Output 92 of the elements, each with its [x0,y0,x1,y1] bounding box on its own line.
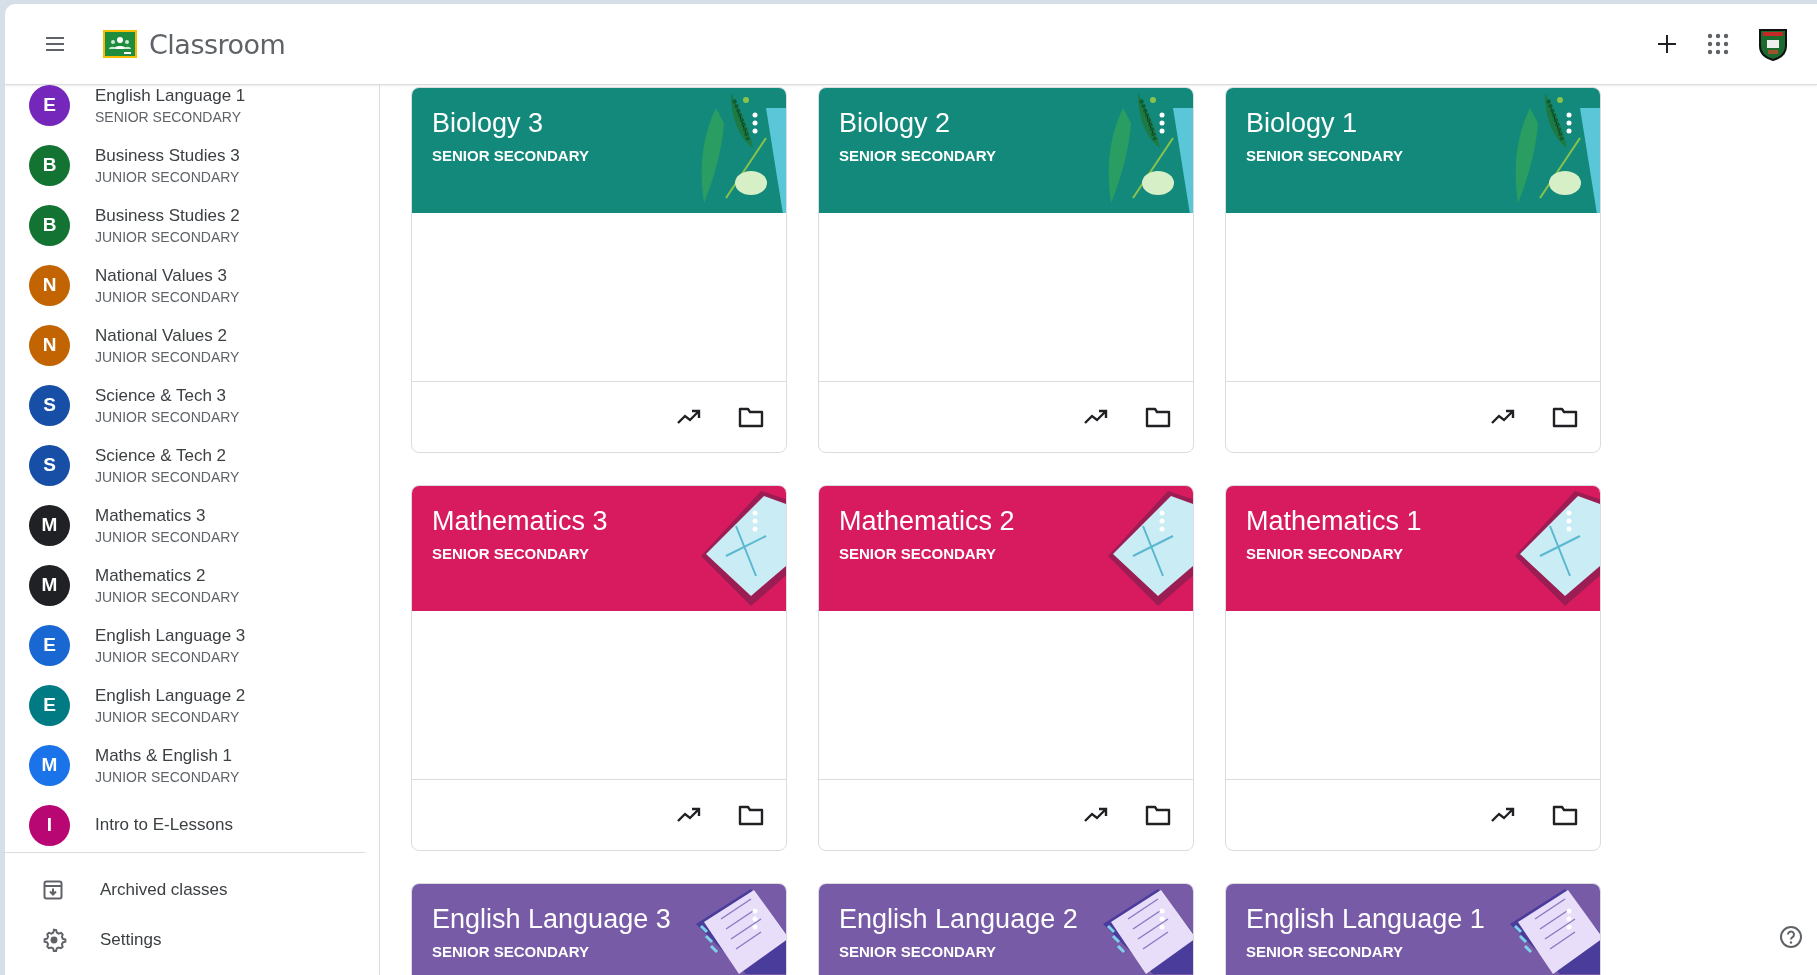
app-title: Classroom [149,28,286,60]
class-section: SENIOR SECONDARY [839,147,996,164]
class-name: Mathematics 2 [95,565,207,586]
class-section: JUNIOR SECONDARY [95,468,240,485]
sidebar-class-item[interactable]: I Intro to E-Lessons [5,795,365,852]
class-name: Business Studies 3 [95,145,240,166]
more-options-icon[interactable] [1566,908,1572,930]
card-header[interactable]: English Language 1 SENIOR SECONDARY [1226,884,1600,975]
class-avatar: E [29,684,70,726]
class-section: JUNIOR SECONDARY [95,528,240,545]
class-section: JUNIOR SECONDARY [95,228,240,245]
sidebar-class-item[interactable]: M Maths & English 1 JUNIOR SECONDARY [5,735,365,795]
more-options-icon[interactable] [752,112,758,134]
sidebar-class-item[interactable]: N National Values 2 JUNIOR SECONDARY [5,315,365,375]
card-header[interactable]: Biology 3 SENIOR SECONDARY [412,88,786,213]
class-avatar: M [29,504,70,546]
class-section: JUNIOR SECONDARY [95,768,240,785]
more-options-icon[interactable] [1159,908,1165,930]
class-avatar: B [29,144,70,186]
card-header[interactable]: Mathematics 3 SENIOR SECONDARY [412,486,786,611]
class-section: SENIOR SECONDARY [1246,147,1403,164]
sidebar-nav-item[interactable]: Archived classes [5,865,379,915]
sidebar-class-item[interactable]: E English Language 3 JUNIOR SECONDARY [5,615,365,675]
card-header[interactable]: Mathematics 2 SENIOR SECONDARY [819,486,1193,611]
more-options-icon[interactable] [1566,112,1572,134]
class-avatar: E [29,624,70,666]
class-section: JUNIOR SECONDARY [95,168,240,185]
card-header[interactable]: English Language 2 SENIOR SECONDARY [819,884,1193,975]
class-section: SENIOR SECONDARY [839,545,996,562]
class-name: Business Studies 2 [95,205,240,226]
class-avatar: N [29,264,70,306]
class-avatar: M [29,564,70,606]
class-name: Maths & English 1 [95,745,233,766]
sidebar-class-item[interactable]: E English Language 1 SENIOR SECONDARY [5,85,365,135]
class-avatar: S [29,384,70,426]
more-options-icon[interactable] [752,908,758,930]
class-section: JUNIOR SECONDARY [95,708,246,725]
sidebar-class-item[interactable]: M Mathematics 2 JUNIOR SECONDARY [5,555,365,615]
class-name: English Language 1 [95,85,246,106]
class-name: National Values 3 [95,265,228,286]
class-section: SENIOR SECONDARY [1246,943,1403,960]
class-avatar: S [29,444,70,486]
class-section: JUNIOR SECONDARY [95,648,246,665]
class-name: English Language 2 [95,685,246,706]
class-title[interactable]: English Language 3 [432,904,671,935]
sidebar-class-item[interactable]: B Business Studies 2 JUNIOR SECONDARY [5,195,365,255]
class-name: Science & Tech 2 [95,445,228,466]
card-header[interactable]: Biology 1 SENIOR SECONDARY [1226,88,1600,213]
class-name: Science & Tech 3 [95,385,228,406]
class-title[interactable]: English Language 1 [1246,904,1485,935]
class-title[interactable]: Biology 3 [432,108,544,139]
class-title[interactable]: Mathematics 3 [432,506,608,537]
class-avatar: E [29,85,70,126]
class-name: National Values 2 [95,325,228,346]
archive-icon [41,878,65,902]
more-options-icon[interactable] [1159,112,1165,134]
class-title[interactable]: Mathematics 2 [839,506,1015,537]
class-section: SENIOR SECONDARY [95,108,246,125]
class-section: SENIOR SECONDARY [839,943,996,960]
classroom-logo-icon [103,30,137,58]
sidebar-class-item[interactable]: S Science & Tech 3 JUNIOR SECONDARY [5,375,365,435]
class-section: JUNIOR SECONDARY [95,348,240,365]
class-avatar: I [29,804,70,846]
sidebar-class-item[interactable]: E English Language 2 JUNIOR SECONDARY [5,675,365,735]
class-section: JUNIOR SECONDARY [95,408,240,425]
class-avatar: B [29,204,70,246]
sidebar-class-item[interactable]: B Business Studies 3 JUNIOR SECONDARY [5,135,365,195]
class-name: Mathematics 3 [95,505,207,526]
class-section: SENIOR SECONDARY [432,943,589,960]
card-header[interactable]: Mathematics 1 SENIOR SECONDARY [1226,486,1600,611]
class-title[interactable]: Biology 1 [1246,108,1358,139]
nav-label: Archived classes [100,880,228,900]
class-section: SENIOR SECONDARY [432,545,589,562]
sidebar-class-item[interactable]: M Mathematics 3 JUNIOR SECONDARY [5,495,365,555]
card-header[interactable]: Biology 2 SENIOR SECONDARY [819,88,1193,213]
sidebar-class-item[interactable]: N National Values 3 JUNIOR SECONDARY [5,255,365,315]
class-section: SENIOR SECONDARY [1246,545,1403,562]
class-section: JUNIOR SECONDARY [95,288,240,305]
class-title[interactable]: Biology 2 [839,108,951,139]
class-title[interactable]: Mathematics 1 [1246,506,1422,537]
class-avatar: M [29,744,70,786]
sidebar-class-item[interactable]: S Science & Tech 2 JUNIOR SECONDARY [5,435,365,495]
settings-icon [41,927,67,953]
class-section: SENIOR SECONDARY [432,147,589,164]
sidebar-nav-item[interactable]: Settings [5,915,379,965]
nav-label: Settings [100,930,162,950]
class-section: JUNIOR SECONDARY [95,588,240,605]
class-name: Intro to E-Lessons [95,815,233,835]
class-avatar: N [29,324,70,366]
class-name: English Language 3 [95,625,246,646]
card-header[interactable]: English Language 3 SENIOR SECONDARY [412,884,786,975]
class-title[interactable]: English Language 2 [839,904,1078,935]
